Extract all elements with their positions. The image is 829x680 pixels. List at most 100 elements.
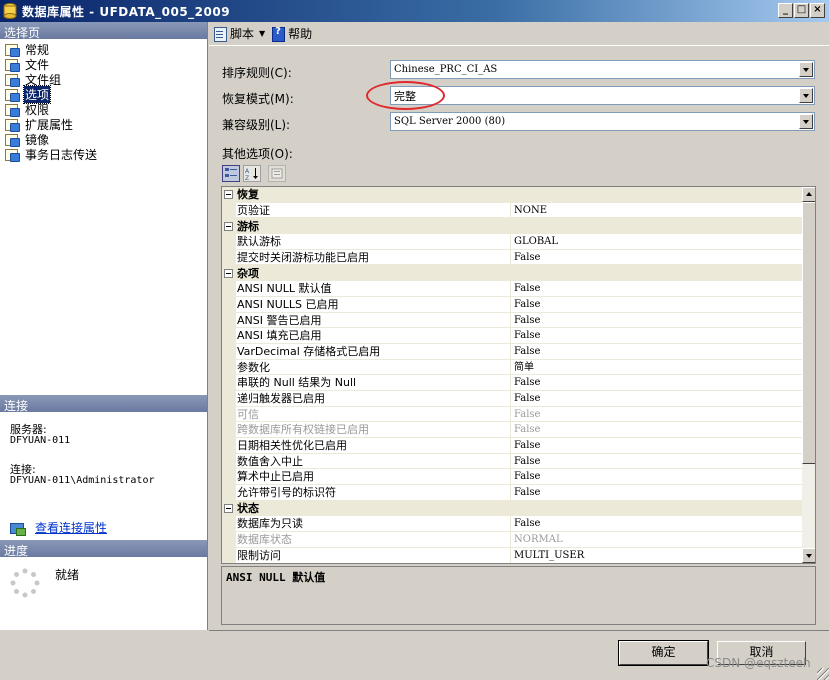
property-row[interactable]: VarDecimal 存储格式已启用 False [222,343,802,360]
property-value[interactable]: False [511,422,802,437]
property-value[interactable]: GLOBAL [511,234,802,249]
category-name: 恢复 [237,188,259,202]
property-value[interactable]: False [511,313,802,328]
collation-select[interactable]: Chinese_PRC_CI_AS [390,60,815,79]
collapse-icon[interactable] [224,268,233,278]
recovery-model-value: 完整 [394,89,416,103]
scroll-up-icon[interactable] [802,187,815,202]
progress-panel: 进度 就绪 [0,540,207,630]
property-value[interactable]: False [511,516,802,531]
page-item-5[interactable]: 扩展属性 [4,117,74,132]
property-grid[interactable]: 恢复 页验证 NONE 游标 默认游标 GLOBAL 提交时关闭游标功能已启用 False 杂项… [221,186,816,564]
property-row[interactable]: ANSI NULLS 已启用 False [222,296,802,313]
property-grid-scrollbar[interactable] [802,187,815,563]
row-gutter [222,296,236,312]
property-pages-icon[interactable] [268,165,286,182]
row-gutter [222,234,236,249]
property-row[interactable]: 日期相关性优化已启用 False [222,438,802,454]
property-value[interactable]: NORMAL [511,532,802,547]
property-row[interactable]: 数据库状态 NORMAL [222,532,802,548]
property-row[interactable]: 数值舍入中止 False [222,453,802,470]
property-value[interactable]: MULTI_USER [511,548,802,563]
property-row[interactable]: 提交时关闭游标功能已启用 False [222,249,802,266]
property-row[interactable]: ANSI 填充已启用 False [222,328,802,344]
property-value[interactable]: False [511,297,802,312]
property-name: 日期相关性优化已启用 [236,438,511,453]
property-value[interactable]: False [511,281,802,296]
property-value[interactable]: False [511,407,802,422]
property-row[interactable]: 递归触发器已启用 False [222,390,802,407]
other-options-label: 其他选项(O): [222,147,293,161]
view-connection-link[interactable]: 查看连接属性 [35,519,107,536]
alphabetical-sort-icon[interactable]: AZ [243,165,261,182]
page-item-4[interactable]: 权限 [4,102,50,117]
help-button[interactable]: 帮助 [271,25,312,42]
compat-level-label: 兼容级别(L): [222,118,291,132]
property-value[interactable]: False [511,438,802,453]
property-name: 数值舍入中止 [236,453,511,469]
property-value[interactable]: False [511,391,802,406]
property-row[interactable]: ANSI 警告已启用 False [222,312,802,329]
page-item-6[interactable]: 镜像 [4,132,50,147]
collapse-icon[interactable] [224,221,233,231]
script-button[interactable]: 脚本 ▼ [213,25,265,42]
property-row[interactable]: ANSI NULL 默认值 False [222,281,802,297]
chevron-down-icon[interactable] [799,62,813,77]
property-row[interactable]: 可信 False [222,406,802,423]
view-connection-properties[interactable]: 查看连接属性 [10,519,107,536]
property-value[interactable]: False [511,485,802,500]
row-gutter [222,422,236,437]
property-row[interactable]: 允许带引号的标识符 False [222,485,802,501]
chevron-down-icon[interactable]: ▼ [259,29,265,38]
property-value[interactable]: False [511,328,802,343]
page-icon [4,58,20,72]
property-value[interactable]: NONE [511,203,802,218]
collapse-icon[interactable] [224,190,233,200]
category-name: 状态 [237,502,259,516]
compat-level-select[interactable]: SQL Server 2000 (80) [390,112,815,131]
property-row[interactable]: 数据库为只读 False [222,516,802,533]
maximize-button[interactable]: □ [794,3,809,18]
page-icon [4,43,20,57]
property-value[interactable]: False [511,344,802,359]
chevron-down-icon[interactable] [799,114,813,129]
chevron-down-icon[interactable] [799,88,813,103]
collapse-icon[interactable] [224,504,233,514]
recovery-model-select[interactable]: 完整 [390,86,815,105]
page-item-7[interactable]: 事务日志传送 [4,147,98,162]
page-item-0[interactable]: 常规 [4,42,50,57]
resize-grip-icon[interactable] [817,668,829,680]
property-value[interactable]: False [511,469,802,484]
close-button[interactable]: × [810,3,825,18]
property-value[interactable]: False [511,375,802,390]
property-category[interactable]: 游标 [222,218,802,235]
categorized-view-icon[interactable] [222,165,240,182]
property-row[interactable]: 跨数据库所有权链接已启用 False [222,422,802,438]
property-category[interactable]: 恢复 [222,187,802,203]
property-row[interactable]: 页验证 NONE [222,202,802,219]
property-name: ANSI NULL 默认值 [236,281,511,296]
property-row[interactable]: 限制访问 MULTI_USER [222,547,802,563]
row-gutter [222,485,236,500]
property-name: 参数化 [236,359,511,375]
page-item-2[interactable]: 文件组 [4,72,62,87]
minimize-button[interactable]: _ [778,3,793,18]
window-titlebar[interactable]: 数据库属性 - UFDATA_005_2009 _ □ × [0,0,829,22]
property-row[interactable]: 算术中止已启用 False [222,469,802,486]
property-value[interactable]: 简单 [511,360,802,375]
property-value[interactable]: False [511,454,802,469]
property-row[interactable]: 参数化 简单 [222,359,802,376]
page-item-3[interactable]: 选项 [4,85,52,104]
property-category[interactable]: 杂项 [222,265,802,282]
property-row[interactable]: 串联的 Null 结果为 Null False [222,375,802,391]
property-category[interactable]: 状态 [222,500,802,517]
recovery-model-label: 恢复模式(M): [222,92,294,106]
ok-button[interactable]: 确定 [618,640,709,666]
property-rows: 恢复 页验证 NONE 游标 默认游标 GLOBAL 提交时关闭游标功能已启用 False 杂项… [222,187,802,563]
scroll-thumb[interactable] [802,202,815,464]
property-value[interactable]: False [511,250,802,265]
property-row[interactable]: 默认游标 GLOBAL [222,234,802,250]
page-item-1[interactable]: 文件 [4,57,50,72]
dialog-footer: 确定 取消 [209,630,829,680]
scroll-down-icon[interactable] [802,548,815,563]
